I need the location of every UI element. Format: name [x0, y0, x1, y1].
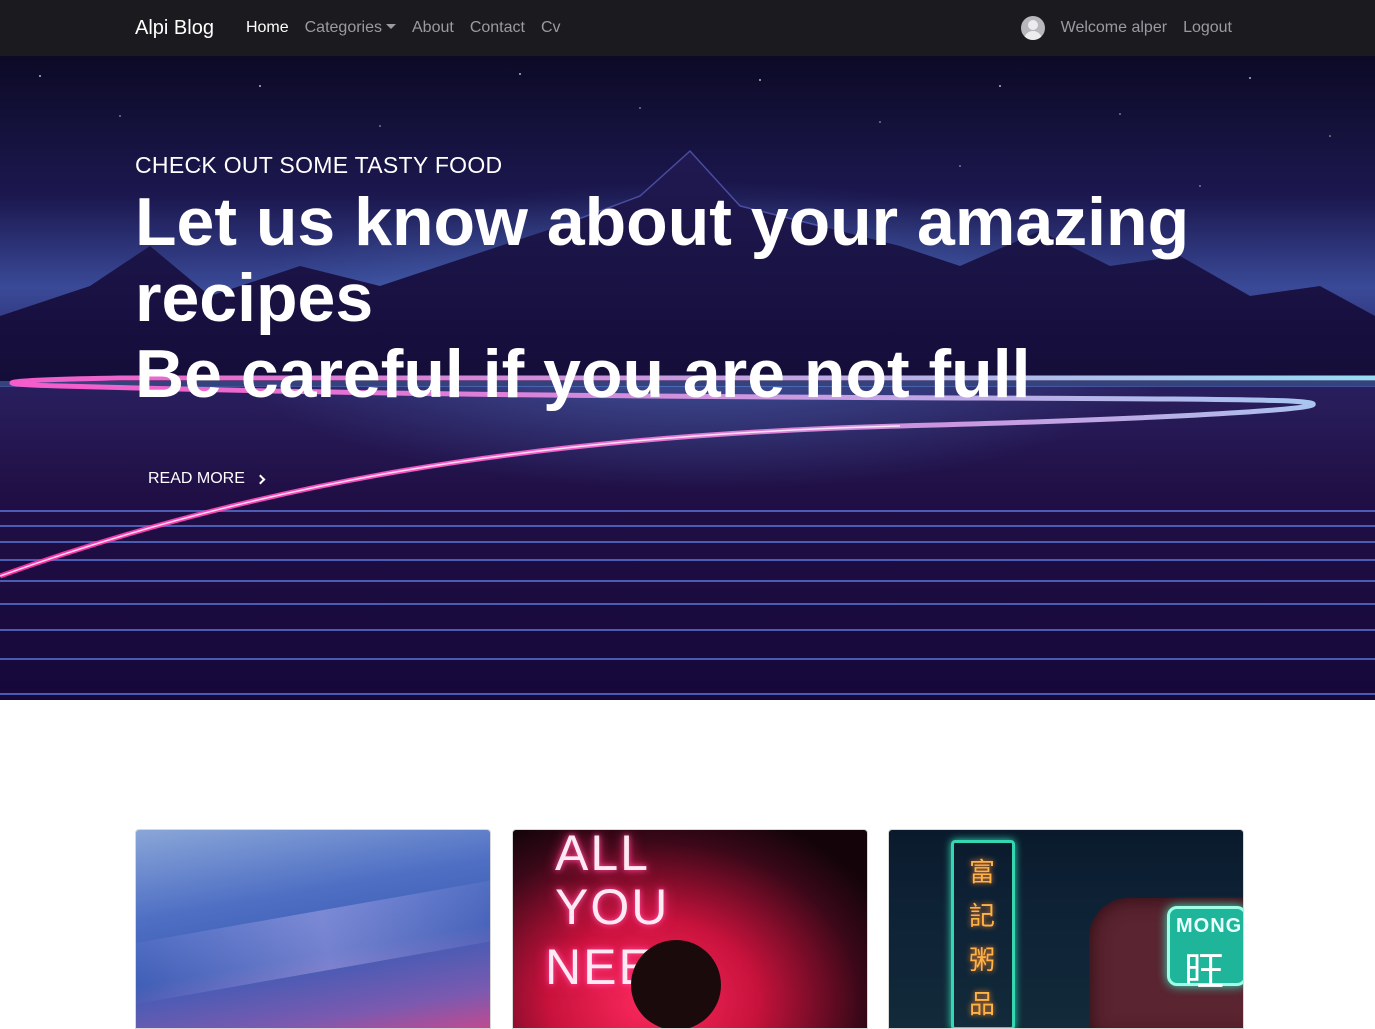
cloud-streak: [136, 873, 490, 1007]
user-menu: Welcome alper Logout: [1020, 0, 1240, 56]
neon-text-line-2: YOU: [555, 879, 670, 935]
post-card-image-2[interactable]: ALL YOU NEE: [512, 829, 868, 1029]
nav-link-contact[interactable]: Contact: [462, 0, 533, 56]
taxi-sign-label: MONG: [1176, 915, 1243, 937]
nav-link-about[interactable]: About: [404, 0, 462, 56]
sign-glyph-1: 富: [969, 858, 996, 888]
avatar-body: [1023, 31, 1042, 40]
brand-link[interactable]: Alpi Blog: [135, 0, 214, 56]
chevron-right-icon: [255, 474, 266, 484]
hero-subtitle: CHECK OUT SOME TASTY FOOD: [135, 152, 503, 178]
navbar: Alpi Blog Home Categories About Contact …: [0, 0, 1375, 56]
hero-title-line-1: Let us know about your amazing recipes: [135, 184, 1190, 336]
sign-glyph-4: 品: [969, 990, 996, 1020]
person-silhouette: [631, 940, 721, 1028]
hero-banner: CHECK OUT SOME TASTY FOOD Let us know ab…: [0, 56, 1375, 700]
read-more-button[interactable]: READ MORE: [148, 470, 266, 488]
nav-link-home[interactable]: Home: [238, 0, 297, 56]
read-more-label: READ MORE: [148, 470, 245, 487]
hero-title-line-2: Be careful if you are not full: [135, 336, 1031, 412]
taxi-sign-glyph: 旺: [1184, 949, 1224, 995]
welcome-user-link[interactable]: Welcome alper: [1053, 0, 1175, 56]
dropdown-caret-icon: [386, 24, 396, 29]
avatar-head: [1027, 20, 1038, 30]
post-card-image-3[interactable]: 富 記 粥 品 MONG 旺: [888, 829, 1244, 1029]
taxi-sign: MONG 旺: [1167, 906, 1243, 995]
post-card-image-1[interactable]: [135, 829, 491, 1029]
logout-link[interactable]: Logout: [1175, 0, 1240, 56]
navbar-container: Alpi Blog Home Categories About Contact …: [135, 0, 1240, 56]
nav-link-categories-label: Categories: [304, 19, 382, 36]
user-avatar-icon[interactable]: [1020, 16, 1045, 40]
sign-glyph-3: 粥: [969, 946, 996, 976]
nav-link-categories[interactable]: Categories: [297, 0, 404, 56]
sign-glyph-2: 記: [969, 902, 996, 932]
hero-title: Let us know about your amazing recipes B…: [135, 184, 1245, 412]
nav-link-cv[interactable]: Cv: [533, 0, 569, 56]
grid-lines: [0, 510, 1375, 695]
neon-text-line-1: ALL: [555, 829, 650, 881]
